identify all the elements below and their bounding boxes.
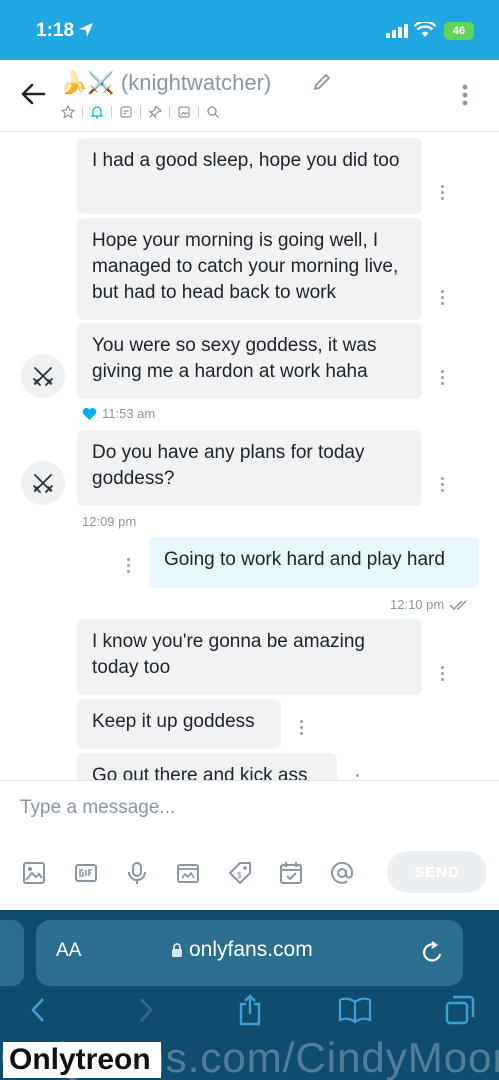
message-time: 11:53 am xyxy=(82,406,155,421)
message-bubble-outgoing[interactable]: Going to work hard and play hard xyxy=(149,537,479,588)
message-bubble[interactable]: Go out there and kick ass xyxy=(77,753,337,780)
watermark-logo: Onlytreon xyxy=(3,1042,161,1078)
back-arrow-icon[interactable] xyxy=(20,82,46,106)
message-options-icon[interactable] xyxy=(126,558,132,576)
chat-toolbar xyxy=(58,103,223,121)
message-bubble[interactable]: Keep it up goddess xyxy=(77,699,281,749)
message-time: 12:10 pm xyxy=(390,597,471,612)
message-options-icon[interactable] xyxy=(440,370,446,388)
message-list[interactable]: I had a good sleep, hope you did too Hop… xyxy=(0,133,499,780)
svg-text:$: $ xyxy=(237,871,242,880)
media-icon[interactable] xyxy=(174,103,194,121)
message-options-icon[interactable] xyxy=(440,185,446,203)
avatar[interactable] xyxy=(21,461,65,505)
more-vertical-icon[interactable] xyxy=(462,84,468,106)
address-bar[interactable]: AA onlyfans.com xyxy=(36,920,463,986)
heart-icon[interactable] xyxy=(82,407,97,421)
chat-header: 🍌⚔️ (knightwatcher) xyxy=(0,60,499,132)
crossed-swords-icon xyxy=(33,474,53,493)
bookmarks-icon[interactable] xyxy=(335,990,375,1030)
microphone-icon[interactable] xyxy=(123,859,151,887)
tabs-icon[interactable] xyxy=(440,990,480,1030)
battery-icon: 46 xyxy=(444,22,474,40)
pencil-icon[interactable] xyxy=(312,72,332,92)
message-bubble[interactable]: Do you have any plans for today goddess? xyxy=(77,430,422,506)
vault-icon[interactable] xyxy=(174,859,202,887)
avatar[interactable] xyxy=(21,354,65,398)
message-text: Going to work hard and play hard xyxy=(164,549,445,570)
message-bubble[interactable]: You were so sexy goddess, it was giving … xyxy=(77,323,422,399)
message-text: I had a good sleep, hope you did too xyxy=(92,150,400,171)
image-icon[interactable] xyxy=(20,859,48,887)
message-bubble[interactable]: I had a good sleep, hope you did too xyxy=(77,138,422,214)
lock-icon xyxy=(172,943,182,957)
search-icon[interactable] xyxy=(203,103,223,121)
mention-icon[interactable] xyxy=(328,859,356,887)
message-bubble[interactable]: I know you're gonna be amazing today too xyxy=(77,619,422,695)
message-text: Do you have any plans for today goddess? xyxy=(92,442,365,489)
reload-icon[interactable] xyxy=(422,940,444,964)
note-icon[interactable] xyxy=(116,103,136,121)
message-text: I know you're gonna be amazing today too xyxy=(92,631,365,678)
message-input[interactable] xyxy=(20,797,460,819)
share-icon[interactable] xyxy=(230,990,270,1030)
previous-tab-preview[interactable] xyxy=(0,920,24,986)
chat-title[interactable]: 🍌⚔️ (knightwatcher) xyxy=(60,70,271,96)
message-composer: $ SEND xyxy=(0,780,499,910)
location-arrow-icon xyxy=(79,23,93,37)
message-options-icon[interactable] xyxy=(440,666,446,684)
double-check-icon xyxy=(449,599,467,610)
back-nav-icon[interactable] xyxy=(18,990,58,1030)
bell-icon[interactable] xyxy=(87,103,107,121)
message-time: 12:09 pm xyxy=(82,514,137,529)
schedule-icon[interactable] xyxy=(277,859,305,887)
wifi-icon xyxy=(414,22,436,37)
forward-nav-icon[interactable] xyxy=(126,990,166,1030)
message-options-icon[interactable] xyxy=(440,477,446,495)
message-text: Go out there and kick ass xyxy=(92,765,308,780)
send-button[interactable]: SEND xyxy=(387,851,487,893)
message-bubble[interactable]: Hope your morning is going well, I manag… xyxy=(77,218,422,320)
status-time: 1:18 xyxy=(36,20,75,41)
price-tag-icon[interactable]: $ xyxy=(226,859,254,887)
gif-icon[interactable] xyxy=(72,859,100,887)
message-text: Keep it up goddess xyxy=(92,711,255,732)
message-options-icon[interactable] xyxy=(299,720,305,738)
message-options-icon[interactable] xyxy=(440,290,446,308)
status-bar: 1:18 46 xyxy=(0,0,499,60)
url-field[interactable]: onlyfans.com xyxy=(171,938,313,962)
crossed-swords-icon xyxy=(33,367,53,386)
star-icon[interactable] xyxy=(58,103,78,121)
url-text: onlyfans.com xyxy=(189,938,313,961)
message-text: You were so sexy goddess, it was giving … xyxy=(92,335,377,382)
pin-icon[interactable] xyxy=(145,103,165,121)
cellular-signal-icon xyxy=(386,24,408,38)
reader-options-button[interactable]: AA xyxy=(56,940,81,962)
message-text: Hope your morning is going well, I manag… xyxy=(92,230,399,303)
